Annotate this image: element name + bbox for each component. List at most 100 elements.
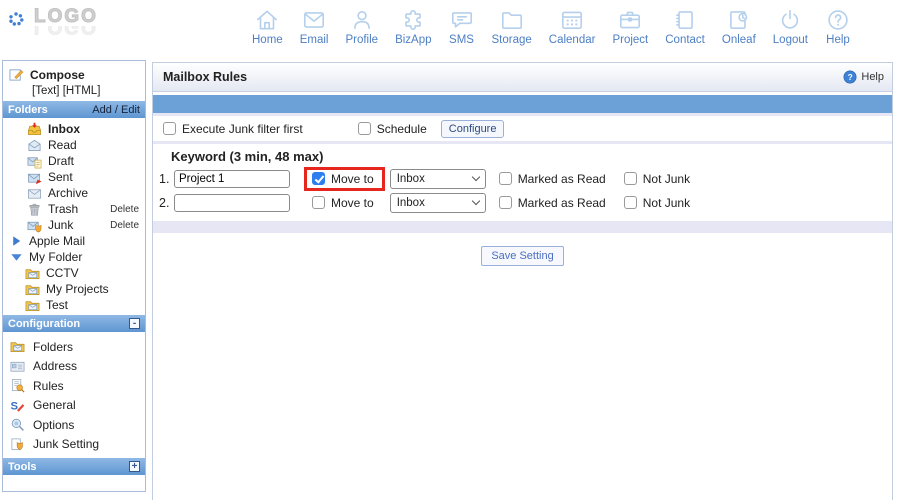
main-header: Mailbox Rules ? Help [153, 63, 892, 92]
move-to-checkbox-1[interactable]: Move to [304, 167, 385, 191]
folder-mail-icon [25, 282, 40, 297]
sidebar-item-config-general[interactable]: S General [3, 396, 145, 416]
nav-item-contact[interactable]: Contact [665, 7, 705, 46]
sidebar-item-my-folder[interactable]: My Folder [3, 249, 145, 265]
nav-item-project[interactable]: Project [612, 7, 648, 46]
chevron-down-icon [471, 197, 479, 205]
marked-as-read-checkbox-2[interactable]: Marked as Read [499, 196, 606, 210]
sidebar-item-config-options[interactable]: Options [3, 415, 145, 435]
power-icon [777, 7, 803, 33]
address-card-icon [10, 359, 25, 374]
main-panel: Mailbox Rules ? Help Execute Junk filter… [152, 62, 893, 500]
help-link[interactable]: ? Help [843, 70, 884, 84]
triangle-right-icon [9, 234, 24, 249]
nav-item-onleaf[interactable]: Onleaf [722, 7, 756, 46]
read-icon [27, 138, 42, 153]
nav-item-home[interactable]: Home [252, 7, 283, 46]
nav-item-logout[interactable]: Logout [773, 7, 808, 46]
notebook-icon [672, 7, 698, 33]
sidebar-item-archive[interactable]: Archive [3, 185, 145, 201]
sidebar-item-draft[interactable]: Draft [3, 153, 145, 169]
home-icon [254, 7, 280, 33]
compose-text-link[interactable]: [Text] [32, 85, 59, 97]
rules-icon [10, 378, 25, 393]
checkbox[interactable] [624, 196, 637, 209]
nav-item-storage[interactable]: Storage [492, 7, 532, 46]
checkbox[interactable] [499, 196, 512, 209]
checkbox[interactable] [312, 172, 325, 185]
save-setting-button[interactable]: Save Setting [481, 246, 563, 266]
configuration-section-header: Configuration - [3, 315, 145, 332]
junk-icon [27, 218, 42, 233]
compose-button[interactable]: Compose [9, 67, 139, 82]
sidebar-item-sent[interactable]: Sent [3, 169, 145, 185]
sidebar-item-cctv[interactable]: CCTV [3, 265, 145, 281]
checkbox[interactable] [312, 196, 325, 209]
marked-as-read-checkbox-1[interactable]: Marked as Read [499, 172, 606, 186]
nav-item-profile[interactable]: Profile [345, 7, 378, 46]
nav-item-help[interactable]: Help [825, 7, 851, 46]
sidebar-item-my-projects[interactable]: My Projects [3, 281, 145, 297]
sidebar-item-read[interactable]: Read [3, 137, 145, 153]
svg-text:S: S [10, 400, 18, 412]
draft-icon [27, 154, 42, 169]
archive-icon [27, 186, 42, 201]
folder-mail-icon [25, 266, 40, 281]
junk-delete-link[interactable]: Delete [110, 220, 139, 231]
move-to-checkbox-2[interactable]: Move to [304, 191, 385, 215]
sidebar-item-config-address[interactable]: Address [3, 357, 145, 377]
compose-html-link[interactable]: [HTML] [63, 85, 101, 97]
tools-expand-toggle[interactable]: + [129, 461, 140, 472]
sidebar-item-apple-mail[interactable]: Apple Mail [3, 233, 145, 249]
sidebar: Compose [Text] [HTML] Folders Add / Edit… [2, 60, 146, 492]
chevron-down-icon [471, 173, 479, 181]
nav-item-email[interactable]: Email [300, 7, 329, 46]
rule-row-2: 2. Move to Inbox Marked as Read Not Junk [153, 191, 892, 214]
help-circle-icon: ? [843, 70, 857, 84]
svg-text:?: ? [848, 72, 853, 82]
inbox-icon [27, 122, 42, 137]
checkbox[interactable] [358, 122, 371, 135]
configure-button[interactable]: Configure [441, 120, 505, 138]
profile-icon [349, 7, 375, 33]
sidebar-item-test[interactable]: Test [3, 297, 145, 313]
sidebar-item-trash[interactable]: Trash Delete [3, 201, 145, 217]
not-junk-checkbox-1[interactable]: Not Junk [624, 172, 690, 186]
sidebar-item-config-folders[interactable]: Folders [3, 337, 145, 357]
logo-text: LOGO [34, 8, 98, 26]
tools-section-header: Tools + [3, 458, 145, 475]
question-icon [825, 7, 851, 33]
checkbox[interactable] [624, 172, 637, 185]
sidebar-item-junk[interactable]: Junk Delete [3, 217, 145, 233]
not-junk-checkbox-2[interactable]: Not Junk [624, 196, 690, 210]
briefcase-icon [617, 7, 643, 33]
calendar-icon [559, 7, 585, 33]
folder-select-2[interactable]: Inbox [390, 193, 486, 213]
sidebar-item-config-junk-setting[interactable]: Junk Setting [3, 435, 145, 455]
folder-select-1[interactable]: Inbox [390, 169, 486, 189]
folders-add-edit-link[interactable]: Add / Edit [92, 104, 140, 116]
logo-burst-icon [8, 11, 24, 27]
configuration-collapse-toggle[interactable]: - [129, 318, 140, 329]
checkbox[interactable] [499, 172, 512, 185]
schedule-checkbox[interactable]: Schedule [358, 122, 427, 136]
checkbox[interactable] [163, 122, 176, 135]
trash-icon [27, 202, 42, 217]
nav-item-calendar[interactable]: Calendar [549, 7, 596, 46]
puzzle-icon [400, 7, 426, 33]
content-divider-bar [153, 95, 892, 113]
nav-item-bizapp[interactable]: BizApp [395, 7, 431, 46]
keyword-input-1[interactable] [174, 170, 290, 188]
nav-item-sms[interactable]: SMS [449, 7, 475, 46]
trash-delete-link[interactable]: Delete [110, 204, 139, 215]
rule-row-1: 1. Move to Inbox Marked as Read Not Junk [153, 167, 892, 190]
general-icon: S [10, 398, 25, 413]
sidebar-item-config-rules[interactable]: Rules [3, 376, 145, 396]
keyword-heading: Keyword (3 min, 48 max) [171, 149, 892, 164]
keyword-input-2[interactable] [174, 194, 290, 212]
execute-junk-filter-checkbox[interactable]: Execute Junk filter first [163, 122, 303, 136]
top-navigation: Home Email Profile BizApp SMS Storage [252, 7, 851, 46]
compose-icon [9, 67, 24, 82]
junk-shield-icon [10, 437, 25, 452]
sidebar-item-inbox[interactable]: Inbox [3, 121, 145, 137]
